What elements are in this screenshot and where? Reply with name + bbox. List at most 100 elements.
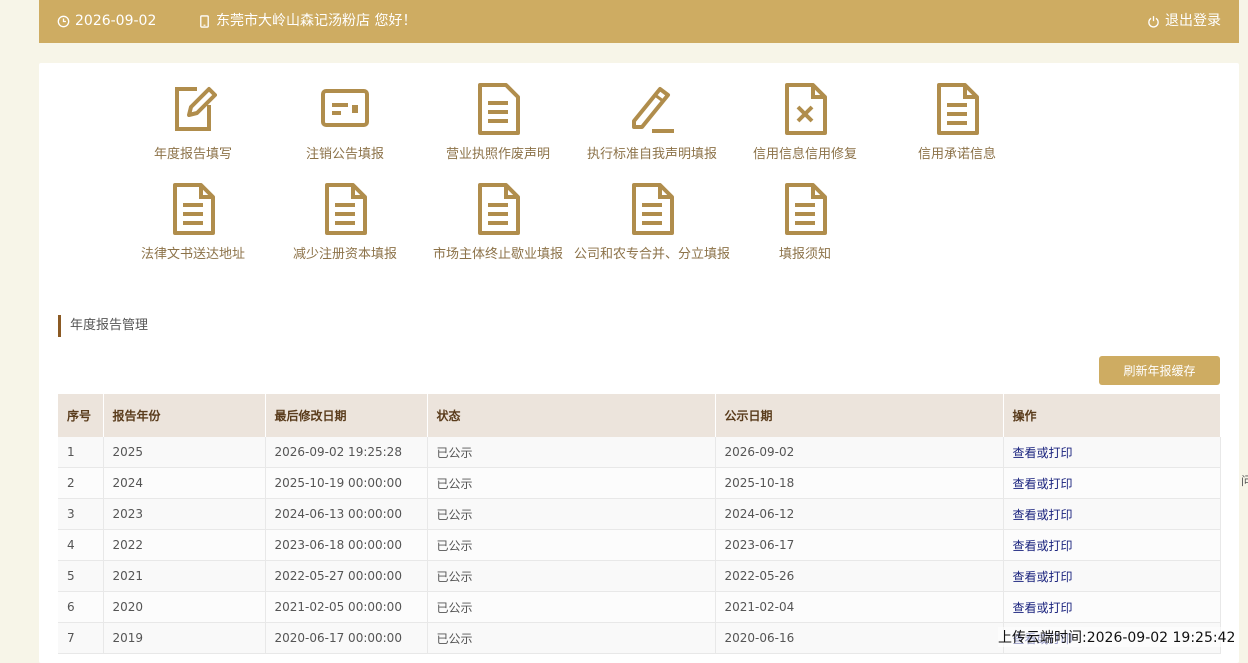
table-cell: 2024-06-12 — [715, 498, 1004, 530]
table-cell: 2023 — [103, 498, 266, 530]
column-header: 状态 — [427, 394, 716, 437]
clock-icon — [57, 15, 70, 28]
table-cell: 已公示 — [427, 591, 716, 623]
table-cell: 2025-10-19 00:00:00 — [265, 467, 428, 499]
table-cell: 已公示 — [427, 498, 716, 530]
menu-credit-commitment[interactable]: 信用承诺信息 — [877, 83, 1037, 162]
table-cell: 2021 — [103, 560, 266, 592]
menu-merger-split[interactable]: 公司和农专合并、分立填报 — [572, 183, 732, 262]
table-cell: 2026-09-02 19:25:28 — [265, 437, 428, 468]
table-row: 1 2025 2026-09-02 19:25:28 已公示 2026-09-02 查看或… — [58, 437, 1221, 468]
column-header: 公示日期 — [715, 394, 1004, 437]
view-print-link[interactable]: 查看或打印 — [1013, 601, 1073, 615]
edge-text: 问 — [1241, 474, 1248, 488]
view-print-link[interactable]: 查看或打印 — [1013, 539, 1073, 553]
edit-icon — [175, 87, 217, 131]
date-display: 2026-09-02 — [57, 0, 156, 43]
table-cell: 6 — [58, 591, 104, 623]
menu-label: 法律文书送达地址 — [140, 247, 245, 262]
table-cell: 2025 — [103, 437, 266, 468]
table-cell: 查看或打印 — [1003, 467, 1221, 499]
main-card: 年度报告填写 注销公告填报 营业执照作废声明 执行标准自我声明填报 信用信息信用… — [39, 63, 1239, 663]
table-cell: 5 — [58, 560, 104, 592]
table-row: 6 2020 2021-02-05 00:00:00 已公示 2021-02-04 查看或… — [58, 591, 1221, 623]
menu-label: 减少注册资本填报 — [292, 247, 397, 262]
id-card-icon — [321, 89, 369, 127]
menu-annual-report[interactable]: 年度报告填写 — [113, 83, 273, 162]
view-print-link[interactable]: 查看或打印 — [1013, 446, 1073, 460]
table-cell: 2019 — [103, 622, 266, 654]
table-cell: 2020-06-17 00:00:00 — [265, 622, 428, 654]
table-cell: 查看或打印 — [1003, 560, 1221, 592]
greeting-text: 东莞市大岭山森记汤粉店 您好！ — [216, 13, 417, 29]
greeting: 东莞市大岭山森记汤粉店 您好！ — [198, 0, 416, 43]
column-header: 最后修改日期 — [265, 394, 428, 437]
table-cell: 4 — [58, 529, 104, 561]
table-cell: 2020-06-16 — [715, 622, 1004, 654]
menu-label: 市场主体终止歇业填报 — [432, 247, 563, 262]
table-row: 5 2021 2022-05-27 00:00:00 已公示 2022-05-26 查看或… — [58, 560, 1221, 592]
table-cell: 2021-02-05 00:00:00 — [265, 591, 428, 623]
table-cell: 2023-06-18 00:00:00 — [265, 529, 428, 561]
view-print-link[interactable]: 查看或打印 — [1013, 508, 1073, 522]
menu-label: 注销公告填报 — [305, 147, 384, 162]
table-cell: 2025-10-18 — [715, 467, 1004, 499]
table-cell: 2026-09-02 — [715, 437, 1004, 468]
table-cell: 已公示 — [427, 467, 716, 499]
document-icon — [785, 183, 827, 235]
table-cell: 2022-05-27 00:00:00 — [265, 560, 428, 592]
table-cell: 2022-05-26 — [715, 560, 1004, 592]
table-row: 2 2024 2025-10-19 00:00:00 已公示 2025-10-18 查看或… — [58, 467, 1221, 499]
menu-label: 营业执照作废声明 — [445, 147, 550, 162]
menu-business-suspension[interactable]: 市场主体终止歇业填报 — [418, 183, 578, 262]
view-print-link[interactable]: 查看或打印 — [1013, 477, 1073, 491]
menu-license-void[interactable]: 营业执照作废声明 — [418, 83, 578, 162]
view-print-link[interactable]: 查看或打印 — [1013, 570, 1073, 584]
menu-credit-repair[interactable]: 信用信息信用修复 — [725, 83, 885, 162]
document-icon — [478, 183, 520, 235]
menu-label: 信用信息信用修复 — [752, 147, 857, 162]
table-cell: 1 — [58, 437, 104, 468]
table-cell: 已公示 — [427, 437, 716, 468]
menu-label: 信用承诺信息 — [917, 147, 996, 162]
table-row: 3 2023 2024-06-13 00:00:00 已公示 2024-06-12 查看或… — [58, 498, 1221, 530]
document-icon — [937, 83, 979, 135]
column-header: 报告年份 — [103, 394, 266, 437]
menu-label: 公司和农专合并、分立填报 — [573, 247, 730, 262]
table-cell: 7 — [58, 622, 104, 654]
table-cell: 2023-06-17 — [715, 529, 1004, 561]
menu-capital-reduction[interactable]: 减少注册资本填报 — [265, 183, 425, 262]
table-header-row: 序号 报告年份 最后修改日期 状态 公示日期 操作 — [58, 394, 1221, 437]
table-cell: 查看或打印 — [1003, 591, 1221, 623]
column-header: 操作 — [1003, 394, 1221, 437]
section-title: 年度报告管理 — [58, 315, 148, 337]
table-cell: 已公示 — [427, 560, 716, 592]
document-icon — [173, 183, 215, 235]
table-cell: 3 — [58, 498, 104, 530]
top-bar: 2026-09-02 东莞市大岭山森记汤粉店 您好！ 退出登录 — [39, 0, 1239, 43]
logout-label: 退出登录 — [1165, 13, 1221, 29]
menu-label: 执行标准自我声明填报 — [586, 147, 717, 162]
table-cell: 2024 — [103, 467, 266, 499]
menu-label: 填报须知 — [778, 247, 831, 262]
menu-filing-notes[interactable]: 填报须知 — [725, 183, 885, 262]
document-icon — [478, 83, 520, 135]
table-cell: 2022 — [103, 529, 266, 561]
table-cell: 2021-02-04 — [715, 591, 1004, 623]
table-cell: 2020 — [103, 591, 266, 623]
table-cell: 已公示 — [427, 529, 716, 561]
upload-time-overlay: 上传云端时间:2026-09-02 19:25:42 — [998, 627, 1236, 647]
table-cell: 查看或打印 — [1003, 498, 1221, 530]
table-cell: 查看或打印 — [1003, 529, 1221, 561]
table-cell: 查看或打印 — [1003, 437, 1221, 468]
menu-legal-address[interactable]: 法律文书送达地址 — [113, 183, 273, 262]
logout-button[interactable]: 退出登录 — [1147, 0, 1221, 43]
table-cell: 已公示 — [427, 622, 716, 654]
menu-standard-declaration[interactable]: 执行标准自我声明填报 — [572, 83, 732, 162]
menu-cancellation-notice[interactable]: 注销公告填报 — [265, 83, 425, 162]
phone-icon — [200, 15, 209, 28]
pencil-icon — [632, 87, 674, 133]
refresh-cache-button[interactable]: 刷新年报缓存 — [1099, 356, 1220, 385]
table-row: 4 2022 2023-06-18 00:00:00 已公示 2023-06-17 查看或… — [58, 529, 1221, 561]
menu-label: 年度报告填写 — [153, 147, 232, 162]
